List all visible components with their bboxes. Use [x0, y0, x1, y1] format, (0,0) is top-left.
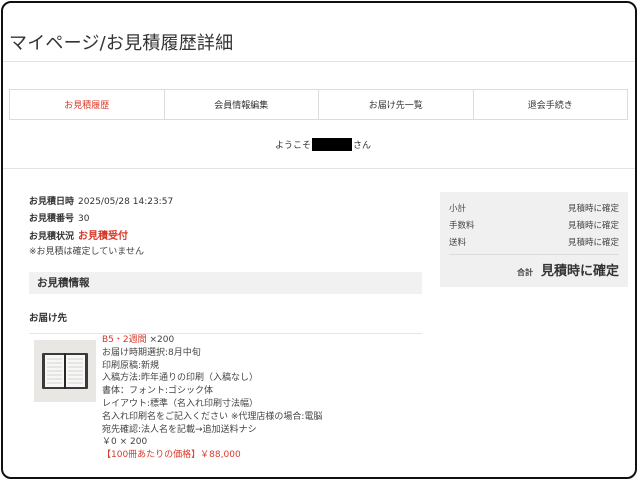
summary-subtotal-row: 小計 見積時に確定	[449, 201, 619, 218]
tab-delivery-list[interactable]: お届け先一覧	[319, 90, 474, 119]
item-price-per-100: 【100冊あたりの価格】￥88,000	[102, 450, 241, 461]
item-option-submission: 入稿方法:昨年通りの印刷（入稿なし）	[102, 373, 259, 384]
header-divider	[3, 61, 635, 62]
window-frame: マイページ/お見積履歴詳細 お見積履歴 会員情報編集 お届け先一覧 退会手続き …	[1, 1, 637, 479]
estimate-meta: お見積日時 2025/05/28 14:23:57 お見積番号 30 お見積状況 お見…	[29, 194, 173, 259]
item-title-row: B5・2週間 ×200	[102, 334, 322, 347]
summary-total-label: 合計	[516, 268, 533, 277]
estimate-date-row: お見積日時 2025/05/28 14:23:57	[29, 194, 173, 211]
item-details: B5・2週間 ×200 お届け時期選択:8月中旬 印刷原稿:新規 入稿方法:昨年…	[102, 334, 322, 462]
estimate-number-value: 30	[78, 214, 90, 224]
summary-total-row: 合計 見積時に確定	[449, 260, 619, 279]
notebook-image-icon	[42, 353, 88, 389]
product-thumbnail	[34, 340, 96, 402]
tab-withdrawal[interactable]: 退会手続き	[474, 90, 628, 119]
estimate-info-heading: お見積情報	[29, 272, 422, 294]
estimate-status-value: お見積受付	[78, 231, 129, 242]
item-name-link[interactable]: B5・2週間	[102, 335, 147, 345]
summary-shipping-row: 送料 見積時に確定	[449, 235, 619, 252]
summary-shipping-label: 送料	[449, 238, 467, 248]
item-unit-price: ￥0 × 200	[102, 437, 148, 448]
estimate-date-value: 2025/05/28 14:23:57	[78, 197, 174, 207]
summary-subtotal-value: 見積時に確定	[567, 204, 619, 214]
item-option-delivery: お届け時期選択:8月中旬	[102, 347, 201, 358]
estimate-date-label: お見積日時	[29, 197, 75, 207]
item-quantity: ×200	[149, 335, 175, 345]
item-option-font: 書体：フォント:ゴシック体	[102, 386, 214, 397]
welcome-prefix: ようこそ	[274, 141, 311, 151]
item-option-layout: レイアウト:標準（名入れ印刷寸法幅）	[102, 398, 259, 409]
estimate-number-row: お見積番号 30	[29, 211, 173, 228]
item-option-imprint-name: 名入れ印刷名をご記入ください ※代理店様の場合:電脳	[102, 411, 323, 422]
item-option-address-check: 宛先確認:法人名を記載→追加送料ナシ	[102, 424, 257, 435]
tab-member-edit[interactable]: 会員情報編集	[165, 90, 319, 119]
redacted-username	[312, 138, 352, 151]
welcome-divider	[3, 168, 635, 169]
estimate-status-row: お見積状況 お見積受付	[29, 228, 173, 246]
summary-fee-value: 見積時に確定	[567, 221, 619, 231]
item-option-manuscript: 印刷原稿:新規	[102, 360, 160, 371]
destination-label: お届け先	[29, 313, 68, 324]
page-title: マイページ/お見積履歴詳細	[9, 33, 234, 54]
mypage-tabs: お見積履歴 会員情報編集 お届け先一覧 退会手続き	[9, 89, 628, 120]
summary-fee-label: 手数料	[449, 221, 475, 231]
summary-divider	[449, 254, 619, 255]
summary-subtotal-label: 小計	[449, 204, 467, 214]
summary-fee-row: 手数料 見積時に確定	[449, 218, 619, 235]
welcome-message: ようこそ さん	[3, 138, 635, 151]
welcome-suffix: さん	[353, 141, 372, 151]
estimate-status-label: お見積状況	[29, 232, 75, 242]
estimate-number-label: お見積番号	[29, 214, 75, 224]
summary-shipping-value: 見積時に確定	[567, 238, 619, 248]
tab-estimate-history[interactable]: お見積履歴	[10, 90, 165, 119]
price-summary-panel: 小計 見積時に確定 手数料 見積時に確定 送料 見積時に確定 合計 見積時に確定	[440, 192, 628, 287]
estimate-note: ※お見積は確定していません	[29, 247, 145, 257]
summary-total-value: 見積時に確定	[540, 264, 619, 279]
